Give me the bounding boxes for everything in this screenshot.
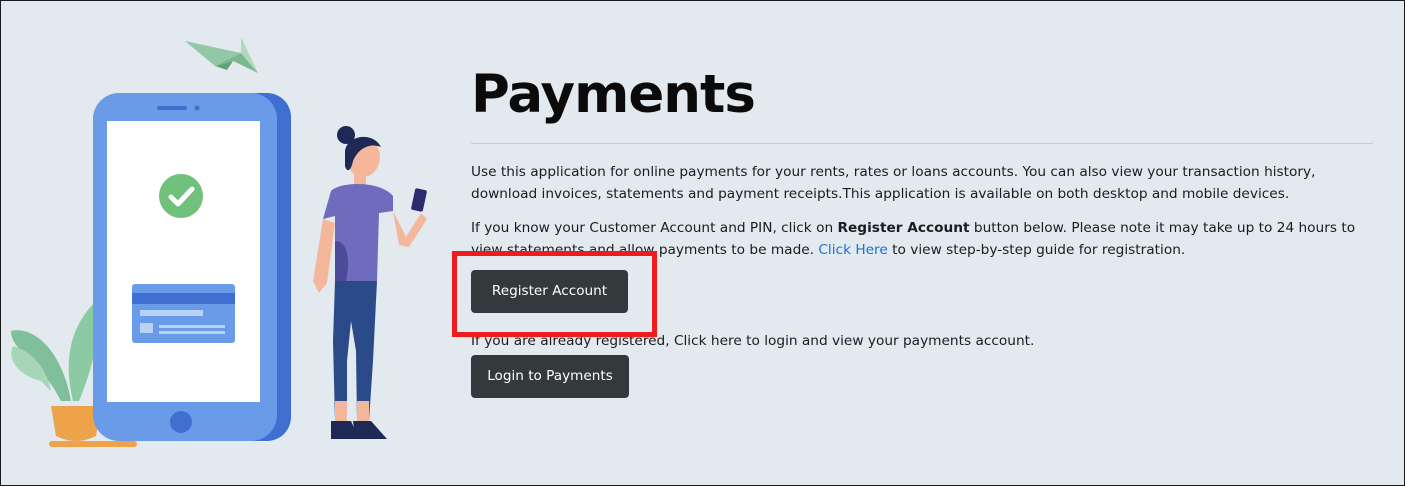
smartphone-icon [93, 93, 291, 441]
woman-figure [313, 126, 427, 439]
login-info-text: If you are already registered, Click her… [471, 333, 1035, 349]
register-info-bold: Register Account [837, 220, 970, 236]
register-info-prefix: If you know your Customer Account and PI… [471, 220, 838, 236]
divider [471, 143, 1373, 144]
register-account-button[interactable]: Register Account [471, 270, 628, 313]
credit-card-icon [132, 284, 235, 343]
page-title: Payments [471, 64, 756, 125]
payments-content: Payments Use this application for online… [471, 59, 1376, 398]
register-info-text: If you know your Customer Account and PI… [471, 217, 1376, 261]
paper-plane-icon [185, 37, 258, 73]
login-to-payments-button[interactable]: Login to Payments [471, 355, 629, 398]
registration-guide-link[interactable]: Click Here [818, 242, 887, 258]
intro-text: Use this application for online payments… [471, 164, 1316, 202]
checkmark-icon [159, 174, 203, 218]
payments-illustration [11, 37, 427, 447]
register-info-suffix: to view step-by-step guide for registrat… [887, 242, 1186, 258]
page-frame: Payments Use this application for online… [0, 0, 1405, 486]
